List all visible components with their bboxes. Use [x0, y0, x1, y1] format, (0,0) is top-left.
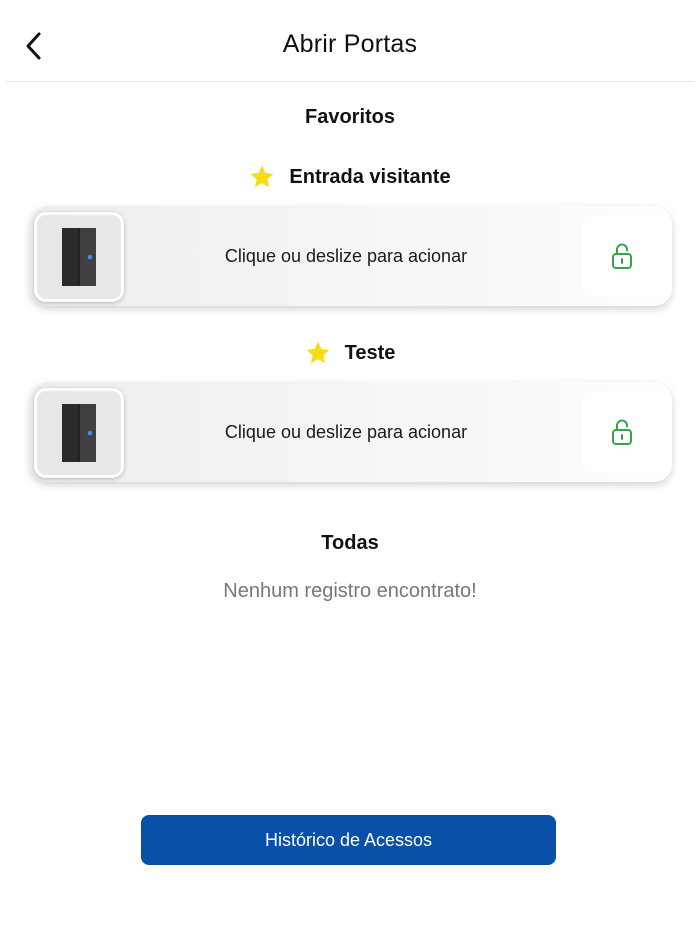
access-history-button[interactable]: Histórico de Acessos — [141, 815, 556, 865]
door-name: Teste — [344, 341, 396, 364]
door-label-teste: Teste — [0, 340, 700, 366]
all-doors-title: Todas — [321, 532, 379, 554]
star-icon — [306, 341, 329, 364]
header: Abrir Portas — [0, 0, 700, 82]
swipe-hint: Clique ou deslize para acionar — [224, 422, 468, 442]
unlock-icon — [612, 243, 632, 269]
header-divider — [6, 81, 694, 82]
door-icon — [62, 404, 96, 462]
unlock-button[interactable] — [582, 216, 662, 296]
unlock-icon — [612, 419, 632, 445]
open-doors-screen: Abrir Portas Favoritos Entrada visitante… — [0, 0, 700, 934]
empty-state-message: Nenhum registro encontrato! — [223, 580, 477, 602]
door-label-entrada-visitante: Entrada visitante — [0, 164, 700, 190]
door-icon — [62, 228, 96, 286]
swipe-to-open-entrada-visitante[interactable]: Clique ou deslize para acionar — [30, 206, 672, 306]
door-slider-handle[interactable] — [34, 388, 124, 478]
door-slider-handle[interactable] — [34, 212, 124, 302]
favorites-title: Favoritos — [304, 106, 396, 128]
swipe-to-open-teste[interactable]: Clique ou deslize para acionar — [30, 382, 672, 482]
swipe-hint: Clique ou deslize para acionar — [224, 246, 468, 266]
star-icon — [251, 165, 274, 188]
page-title: Abrir Portas — [282, 30, 418, 58]
unlock-button[interactable] — [582, 392, 662, 472]
door-name: Entrada visitante — [289, 165, 451, 188]
